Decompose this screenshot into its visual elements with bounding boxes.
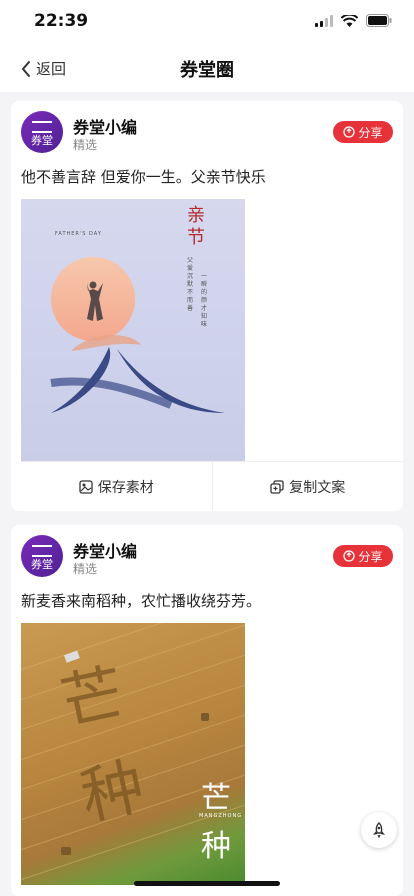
status-time: 22:39: [34, 11, 89, 31]
share-label: 分享: [358, 125, 383, 140]
rocket-icon: [372, 822, 386, 839]
post-card: 券堂 券堂小编 精选 分享 新麦香来南稻种，农忙播收绕芬芳。 芒种 芒 MANG…: [11, 525, 403, 896]
post-tag: 精选: [73, 562, 98, 576]
poster-title-a: 芒: [201, 781, 231, 816]
poster-title: 亲节: [187, 205, 205, 248]
share-button[interactable]: 分享: [333, 121, 393, 143]
save-material-button[interactable]: 保存素材: [21, 462, 212, 511]
avatar-text: 券堂: [31, 134, 53, 147]
wifi-icon: [341, 14, 358, 27]
post-card: 券堂 券堂小编 精选 分享 他不善言辞 但爱你一生。父亲节快乐 亲节 FATHE…: [11, 101, 403, 511]
copy-label: 复制文案: [289, 479, 346, 496]
post-image[interactable]: 亲节 FATHER'S DAY 父 父爱沉默不而善 一瞬的颜才知味: [21, 199, 245, 461]
status-bar: 22:39: [0, 0, 414, 44]
nav-bar: 返回 券堂圈: [0, 44, 414, 92]
scroll-top-button[interactable]: [361, 812, 397, 848]
share-label: 分享: [358, 549, 383, 564]
poster-poem-a: 父爱沉默不而善: [187, 257, 194, 312]
post-tag: 精选: [73, 138, 98, 152]
post-text: 新麦香来南稻种，农忙播收绕芬芳。: [21, 592, 262, 610]
post-actions: 保存素材 复制文案: [21, 461, 403, 511]
poster-title-b: 种: [201, 829, 231, 864]
copy-text-button[interactable]: 复制文案: [211, 462, 404, 511]
copy-icon: [270, 479, 284, 494]
battery-icon: [366, 14, 392, 27]
poster-english: FATHER'S DAY: [55, 231, 102, 237]
image-icon: [79, 479, 93, 494]
share-icon: [343, 126, 356, 138]
share-button[interactable]: 分享: [333, 545, 393, 567]
author-name[interactable]: 券堂小编: [73, 538, 137, 562]
author-name[interactable]: 券堂小编: [73, 114, 137, 138]
post-image[interactable]: 芒种 芒 MANGZHONG 种: [21, 623, 245, 885]
poster-english: MANGZHONG: [199, 813, 243, 819]
post-text: 他不善言辞 但爱你一生。父亲节快乐: [21, 168, 266, 186]
status-icons: [315, 14, 392, 27]
page-title: 券堂圈: [180, 60, 234, 81]
avatar[interactable]: 券堂: [21, 111, 63, 153]
home-indicator: [134, 881, 280, 886]
avatar-text: 券堂: [31, 558, 53, 571]
avatar[interactable]: 券堂: [21, 535, 63, 577]
cellular-signal-icon: [315, 14, 333, 27]
save-label: 保存素材: [97, 479, 154, 496]
poster-poem-b: 一瞬的颜才知味: [201, 273, 208, 328]
share-icon: [343, 550, 356, 562]
